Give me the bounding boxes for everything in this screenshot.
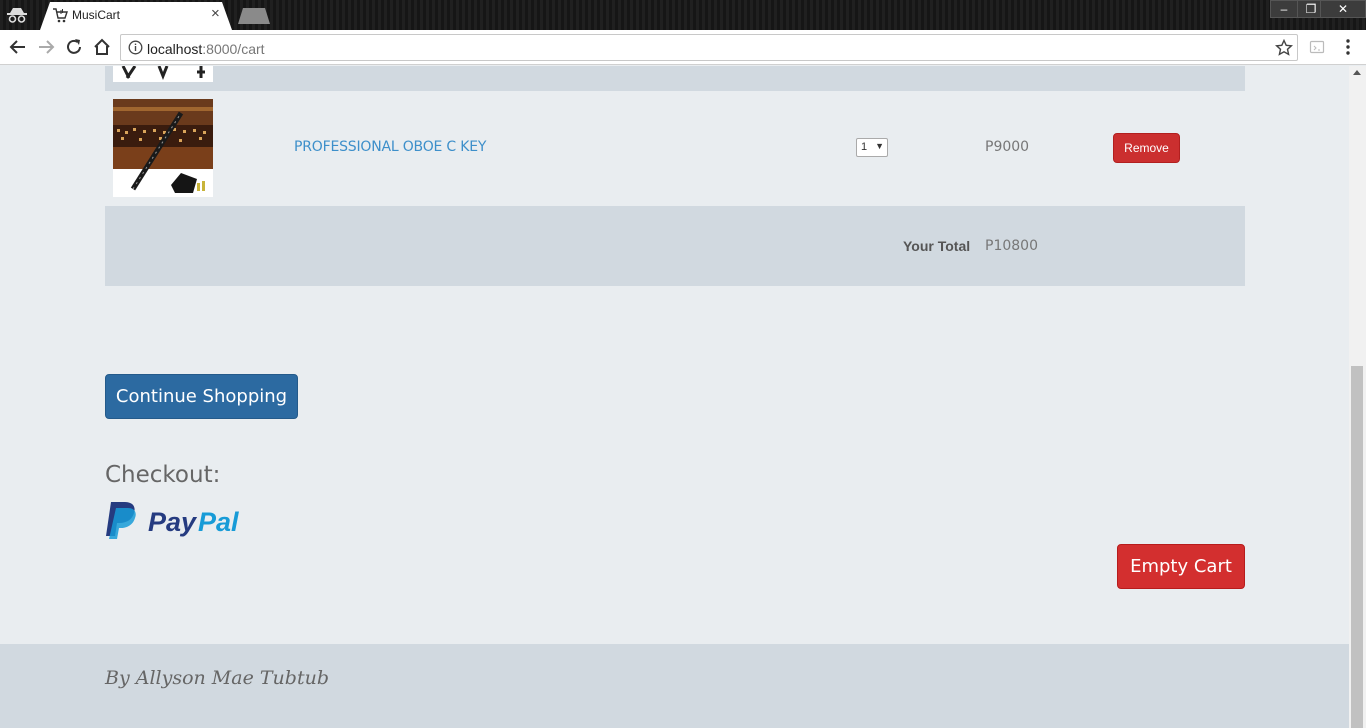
page-viewport: PROFESSIONAL OBOE C KEY 1 ▼ P9000 Remove… xyxy=(0,66,1349,728)
url-path: :8000/cart xyxy=(202,41,265,57)
browser-toolbar: localhost:8000/cart xyxy=(0,30,1366,65)
incognito-icon xyxy=(7,8,27,23)
cart-row-previous xyxy=(105,66,1245,91)
url-text: localhost:8000/cart xyxy=(147,41,265,57)
home-icon[interactable] xyxy=(92,37,112,57)
footer-credit: By Allyson Mae Tubtub xyxy=(105,667,329,689)
scroll-thumb[interactable] xyxy=(1351,366,1363,728)
svg-text:Pay: Pay xyxy=(148,507,198,537)
continue-shopping-button[interactable]: Continue Shopping xyxy=(105,374,298,419)
quantity-value: 1 xyxy=(861,141,868,153)
info-icon[interactable] xyxy=(128,40,143,55)
total-label: Your Total xyxy=(903,238,971,254)
quantity-select[interactable]: 1 ▼ xyxy=(856,138,888,157)
forward-icon[interactable] xyxy=(36,37,56,57)
cart-total-row: Your Total P10800 xyxy=(105,206,1245,286)
new-tab-button[interactable] xyxy=(238,8,270,24)
product-thumbnail xyxy=(113,66,213,82)
browser-menu-icon[interactable] xyxy=(1343,38,1353,56)
paypal-logo[interactable]: Pay Pal xyxy=(105,500,260,540)
minimize-button[interactable]: – xyxy=(1270,0,1298,18)
total-value: P10800 xyxy=(985,238,1038,254)
url-host: localhost xyxy=(147,41,203,57)
product-image xyxy=(113,99,213,197)
scroll-up-arrow-icon[interactable] xyxy=(1353,70,1361,75)
remove-button[interactable]: Remove xyxy=(1113,133,1180,163)
close-window-button[interactable]: ✕ xyxy=(1320,0,1366,18)
tab-close-icon[interactable]: × xyxy=(211,6,220,22)
empty-cart-button[interactable]: Empty Cart xyxy=(1117,544,1245,589)
back-icon[interactable] xyxy=(8,37,28,57)
cart-icon xyxy=(53,8,68,23)
checkout-heading: Checkout: xyxy=(105,462,221,488)
browser-titlebar: MusiCart × – ❐ ✕ xyxy=(0,0,1366,30)
product-name-link[interactable]: PROFESSIONAL OBOE C KEY xyxy=(294,139,486,155)
reload-icon[interactable] xyxy=(64,37,84,57)
address-bar[interactable]: localhost:8000/cart xyxy=(120,34,1298,61)
tab-title: MusiCart xyxy=(72,8,121,22)
extension-icon[interactable] xyxy=(1309,39,1325,55)
page-scrollbar[interactable] xyxy=(1349,66,1366,728)
chevron-down-icon: ▼ xyxy=(875,141,884,151)
bookmark-star-icon[interactable] xyxy=(1275,39,1293,57)
item-price: P9000 xyxy=(985,139,1030,155)
browser-tab[interactable]: MusiCart × xyxy=(40,2,232,30)
svg-text:Pal: Pal xyxy=(198,507,239,537)
page-footer: By Allyson Mae Tubtub xyxy=(0,644,1349,728)
cart-row: PROFESSIONAL OBOE C KEY 1 ▼ P9000 Remove xyxy=(105,91,1245,206)
